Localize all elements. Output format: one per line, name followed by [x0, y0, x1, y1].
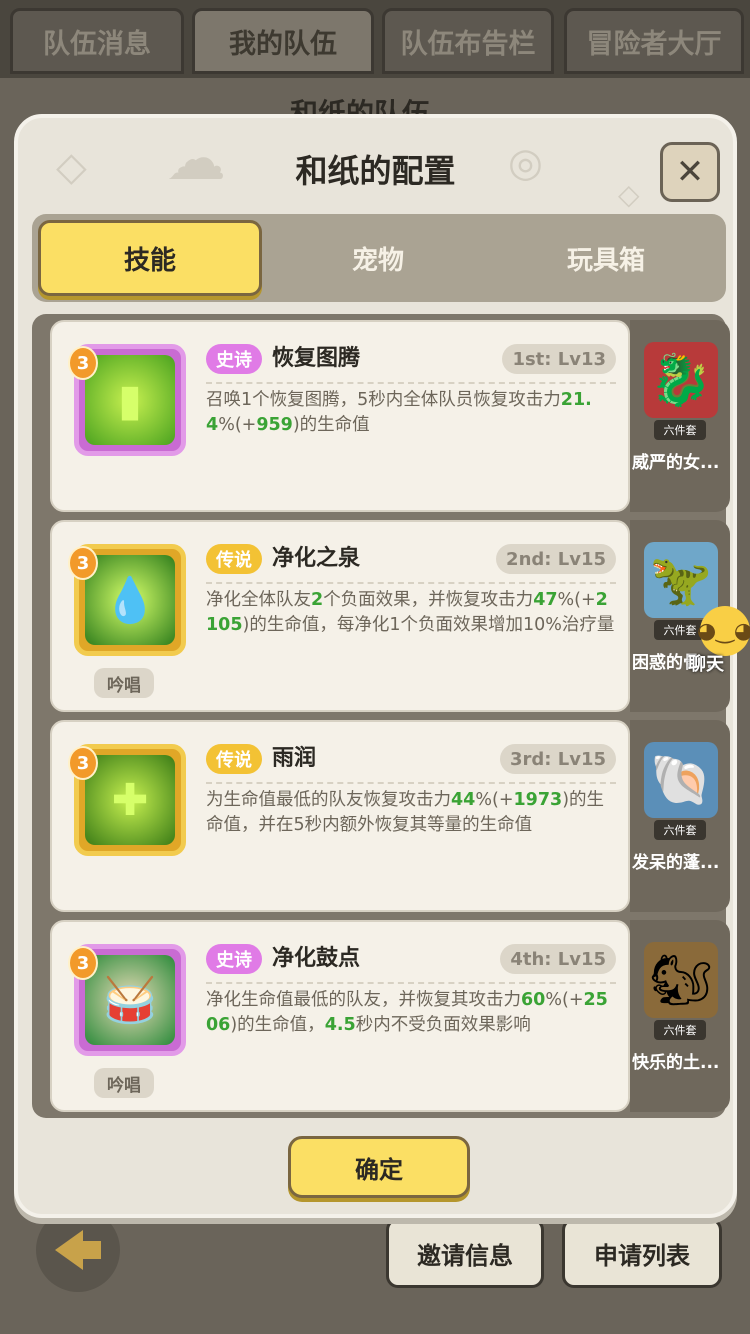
totem-icon: ▮	[85, 355, 175, 445]
config-dialog: ◇ ☁ ◎ ◇ 和纸的配置 ✕ 技能 宠物 玩具箱 ▮ 3 史诗 恢复图腾 1s…	[14, 114, 737, 1218]
back-button[interactable]	[36, 1208, 120, 1292]
star-level-badge: 3	[68, 946, 98, 980]
divider	[206, 382, 616, 384]
spring-drop-icon: 💧	[85, 555, 175, 645]
slot-level-badge: 1st: Lv13	[502, 344, 616, 374]
star-level-badge: 3	[68, 546, 98, 580]
divider	[206, 582, 616, 584]
skill-name: 净化鼓点	[272, 946, 361, 971]
skill-description: 净化全体队友2个负面效果，并恢复攻击力47%(+2105)的生命值，每净化1个负…	[206, 590, 615, 635]
back-arrow-icon	[55, 1230, 101, 1270]
drum-icon: 🥁	[85, 955, 175, 1045]
pet-slot[interactable]: 🐚 六件套 发呆的蓬...	[630, 720, 730, 912]
skill-description: 为生命值最低的队友恢复攻击力44%(+1973)的生命值，并在5秒内额外恢复其等…	[206, 790, 605, 835]
tab-team-board[interactable]: 队伍布告栏	[382, 8, 554, 74]
pet-slot[interactable]: 🐉 六件套 威严的女...	[630, 320, 730, 512]
chant-tag: 吟唱	[94, 668, 154, 698]
tab-pets[interactable]: 宠物	[266, 220, 490, 296]
heal-cross-icon: ✚	[85, 755, 175, 845]
pet-slot[interactable]: 🐿 六件套 快乐的土...	[630, 920, 730, 1112]
divider	[206, 982, 616, 984]
chant-tag: 吟唱	[94, 1068, 154, 1098]
pet-name: 发呆的蓬...	[632, 853, 720, 873]
tab-toybox[interactable]: 玩具箱	[494, 220, 718, 296]
skill-name: 雨润	[272, 746, 317, 771]
close-button[interactable]: ✕	[660, 142, 720, 202]
chat-label: 聊天	[688, 654, 724, 675]
skill-name: 恢复图腾	[272, 346, 361, 371]
skill-card[interactable]: ✚ 3 传说 雨润 3rd: Lv15 为生命值最低的队友恢复攻击力44%(+1…	[50, 720, 630, 912]
confirm-button[interactable]: 确定	[288, 1136, 470, 1198]
pet-set-tag: 六件套	[654, 1020, 706, 1040]
divider	[206, 782, 616, 784]
slot-level-badge: 3rd: Lv15	[499, 744, 616, 774]
tab-adventurer-hall[interactable]: 冒险者大厅	[564, 8, 744, 74]
skill-name: 净化之泉	[272, 546, 361, 571]
invite-info-button[interactable]: 邀请信息	[386, 1218, 544, 1288]
pet-shell-icon: 🐚	[644, 742, 718, 818]
pet-set-tag: 六件套	[654, 420, 706, 440]
skill-description: 净化生命值最低的队友，并恢复其攻击力60%(+2506)的生命值，4.5秒内不受…	[206, 990, 608, 1035]
pet-dragon-icon: 🐉	[644, 342, 718, 418]
star-level-badge: 3	[68, 746, 98, 780]
top-tab-bar: 队伍消息 我的队伍 队伍布告栏 冒险者大厅	[0, 0, 750, 78]
rarity-tag: 史诗	[206, 344, 262, 374]
skill-card[interactable]: ▮ 3 史诗 恢复图腾 1st: Lv13 召唤1个恢复图腾，5秒内全体队员恢复…	[50, 320, 630, 512]
apply-list-button[interactable]: 申请列表	[562, 1218, 722, 1288]
rarity-tag: 传说	[206, 744, 262, 774]
pet-name: 威严的女...	[632, 453, 720, 473]
config-tab-bar: 技能 宠物 玩具箱	[32, 214, 726, 302]
rarity-tag: 传说	[206, 544, 262, 574]
skill-card[interactable]: 💧 3 吟唱 传说 净化之泉 2nd: Lv15 净化全体队友2个负面效果，并恢…	[50, 520, 630, 712]
chat-button[interactable]: ◕‿◕ 聊天	[680, 606, 750, 676]
rarity-tag: 史诗	[206, 944, 262, 974]
pet-squirrel-icon: 🐿	[644, 942, 718, 1018]
skill-card[interactable]: 🥁 3 吟唱 史诗 净化鼓点 4th: Lv15 净化生命值最低的队友，并恢复其…	[50, 920, 630, 1112]
slot-level-badge: 2nd: Lv15	[496, 544, 616, 574]
tab-skills[interactable]: 技能	[38, 220, 262, 296]
slot-level-badge: 4th: Lv15	[500, 944, 616, 974]
chat-face-icon: ◕‿◕	[697, 606, 750, 656]
pet-name: 快乐的土...	[632, 1053, 720, 1073]
close-icon: ✕	[675, 152, 705, 192]
dialog-title: 和纸的配置	[295, 152, 456, 190]
skill-list: ▮ 3 史诗 恢复图腾 1st: Lv13 召唤1个恢复图腾，5秒内全体队员恢复…	[32, 314, 730, 1118]
tab-my-team[interactable]: 我的队伍	[192, 8, 374, 74]
tab-team-messages[interactable]: 队伍消息	[10, 8, 184, 74]
star-level-badge: 3	[68, 346, 98, 380]
skill-description: 召唤1个恢复图腾，5秒内全体队员恢复攻击力21.4%(+959)的生命值	[206, 390, 592, 435]
pet-set-tag: 六件套	[654, 820, 706, 840]
